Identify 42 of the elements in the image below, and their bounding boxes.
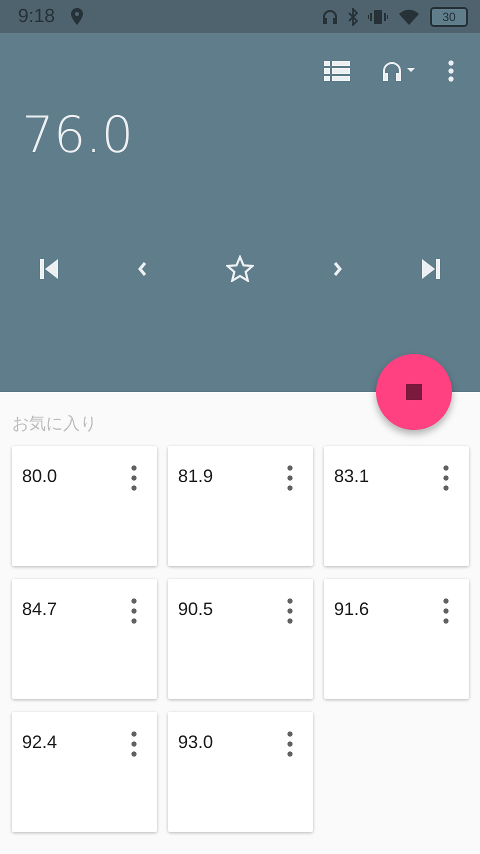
more-menu-icon[interactable]	[287, 465, 293, 491]
headphones-icon	[322, 8, 338, 26]
next-icon[interactable]	[333, 260, 343, 276]
location-icon	[70, 8, 83, 25]
station-frequency: 83.1	[334, 465, 370, 488]
more-menu-icon[interactable]	[448, 60, 454, 82]
station-card[interactable]: 90.5	[168, 579, 313, 699]
more-menu-icon[interactable]	[287, 731, 293, 757]
station-list-icon[interactable]	[324, 60, 350, 82]
station-frequency: 80.0	[22, 465, 58, 488]
station-card[interactable]: 80.0	[12, 446, 157, 566]
stop-button[interactable]	[376, 354, 452, 430]
stop-icon	[406, 384, 422, 400]
section-title: お気に入り	[12, 413, 97, 436]
more-menu-icon[interactable]	[131, 598, 137, 624]
station-card[interactable]: 91.6	[324, 579, 469, 699]
station-frequency: 81.9	[178, 465, 214, 488]
station-frequency: 84.7	[22, 598, 58, 621]
station-card[interactable]: 81.9	[168, 446, 313, 566]
headphones-dropdown-icon[interactable]	[380, 59, 418, 83]
current-frequency: 76.0	[21, 105, 134, 165]
more-menu-icon[interactable]	[287, 598, 293, 624]
battery-icon: 30	[430, 6, 468, 26]
previous-icon[interactable]	[137, 260, 147, 276]
favorite-star-icon[interactable]	[226, 255, 254, 282]
more-menu-icon[interactable]	[131, 465, 137, 491]
station-frequency: 91.6	[334, 598, 370, 621]
more-menu-icon[interactable]	[443, 598, 449, 624]
bluetooth-icon	[348, 8, 358, 26]
skip-previous-icon[interactable]	[40, 258, 58, 278]
more-menu-icon[interactable]	[443, 465, 449, 491]
station-frequency: 90.5	[178, 598, 214, 621]
more-menu-icon[interactable]	[131, 731, 137, 757]
station-frequency: 92.4	[22, 731, 58, 754]
station-card[interactable]: 92.4	[12, 712, 157, 832]
station-card[interactable]: 93.0	[168, 712, 313, 832]
station-card[interactable]: 84.7	[12, 579, 157, 699]
skip-next-icon[interactable]	[422, 258, 440, 278]
vibrate-icon	[368, 8, 388, 24]
station-card[interactable]: 83.1	[324, 446, 469, 566]
station-frequency: 93.0	[178, 731, 214, 754]
wifi-icon	[398, 8, 420, 26]
